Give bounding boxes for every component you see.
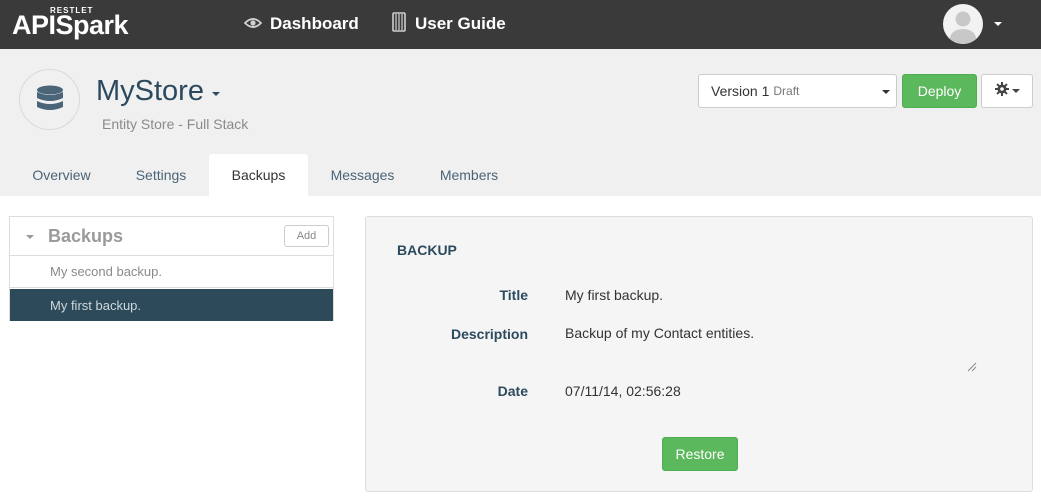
deploy-button[interactable]: Deploy [902,74,977,108]
backups-list-header: Backups Add [10,217,333,256]
api-header: MyStore Entity Store - Full Stack Versio… [0,49,1041,196]
user-silhouette-icon [949,11,977,44]
date-value: 07/11/14, 02:56:28 [565,383,681,399]
top-navbar: RESTLET APISpark Dashboard User Guide [0,0,1041,49]
backups-list-panel: Backups Add My second backup. My first b… [9,216,334,321]
database-icon [19,69,80,130]
nav-dashboard-link[interactable]: Dashboard [243,14,359,34]
tab-members[interactable]: Members [417,154,521,196]
logo-apispark-text: APISpark [12,10,129,40]
backup-detail-panel: BACKUP Title My first backup. Descriptio… [365,216,1033,492]
book-icon [391,11,407,37]
version-label: Version 1 [711,83,770,99]
gear-icon [994,81,1009,101]
tab-backups[interactable]: Backups [209,154,308,196]
tab-messages[interactable]: Messages [308,154,417,196]
restore-button[interactable]: Restore [662,437,738,471]
textarea-resize-handle[interactable] [967,359,977,372]
description-textarea[interactable]: Backup of my Contact entities. [565,325,754,341]
list-item-selected[interactable]: My first backup. [10,289,333,321]
chevron-down-icon [1011,89,1020,93]
backups-list-title: Backups [48,226,124,246]
version-select[interactable]: Version 1 Draft [698,74,897,108]
nav-user-guide-label: User Guide [415,14,506,33]
tab-overview[interactable]: Overview [10,154,113,196]
settings-menu-button[interactable] [981,74,1033,108]
chevron-down-icon [882,90,890,94]
tab-settings[interactable]: Settings [113,154,209,196]
title-value: My first backup. [565,287,664,303]
api-name-dropdown[interactable]: MyStore [96,75,220,108]
title-label: Title [499,287,528,303]
backup-detail-heading: BACKUP [397,242,457,258]
add-backup-button[interactable]: Add [284,225,329,247]
list-item[interactable]: My second backup. [10,256,333,288]
version-status: Draft [773,84,800,98]
nav-user-guide-link[interactable]: User Guide [391,11,506,37]
nav-dashboard-label: Dashboard [270,14,359,33]
eye-icon [243,14,263,34]
description-label: Description [450,326,528,342]
api-name: MyStore [96,75,204,107]
user-menu-caret-icon[interactable] [994,22,1002,26]
apispark-logo[interactable]: RESTLET APISpark [12,6,142,44]
collapse-caret-icon[interactable] [26,235,34,239]
user-avatar[interactable] [943,4,983,44]
api-tabs: Overview Settings Backups Messages Membe… [0,154,1041,196]
date-label: Date [497,383,528,399]
api-subtitle: Entity Store - Full Stack [102,116,249,132]
chevron-down-icon [211,91,220,96]
